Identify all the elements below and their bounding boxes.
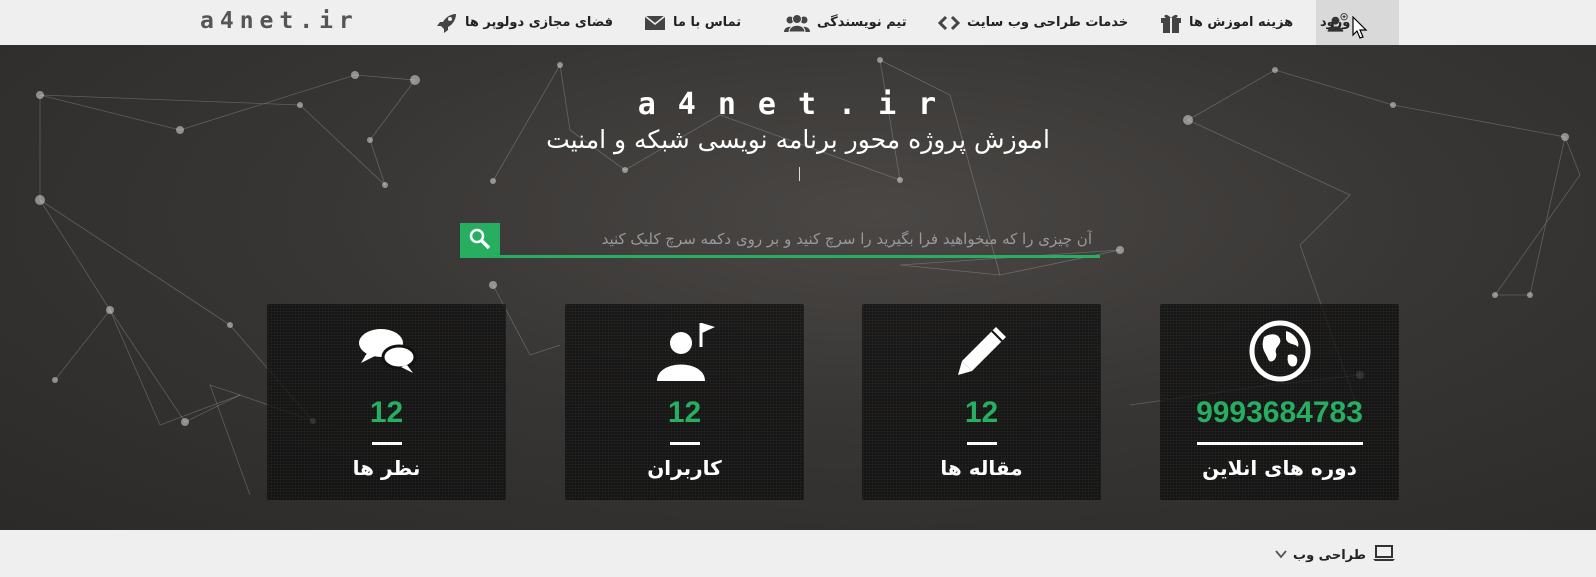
nav-web-design-services[interactable]: خدمات طراحی وب سایت: [938, 0, 1128, 45]
globe-icon: [1160, 318, 1399, 384]
nav-login[interactable]: ورود: [1320, 0, 1350, 45]
hero-subtitle: اموزش پروژه محور برنامه نویسی شبکه و امن…: [546, 125, 1050, 154]
category-bar: طراحی وب: [0, 530, 1596, 577]
stat-label: دوره های انلاین: [1202, 456, 1357, 480]
stat-label: نظر ها: [352, 456, 421, 480]
nav-contact-us-label: تماس با ما: [673, 15, 742, 30]
hero-title: a4net.ir: [637, 87, 959, 122]
typing-cursor: [799, 167, 800, 181]
login-button[interactable]: ورود: [1316, 0, 1399, 45]
pencil-icon: [862, 318, 1101, 384]
nav-writing-team-label: تیم نویسندگی: [817, 15, 907, 30]
stat-value: 9993684783: [1196, 396, 1363, 429]
mouse-cursor-icon: [1352, 16, 1368, 39]
divider: [670, 442, 700, 445]
code-icon: [938, 13, 960, 33]
hero-section: a4net.ir اموزش پروژه محور برنامه نویسی ش…: [0, 45, 1596, 530]
chevron-down-icon: [1275, 548, 1287, 563]
stat-label: مقاله ها: [940, 456, 1023, 480]
stat-card-users: 12 کاربران: [565, 304, 804, 500]
nav-course-costs-label: هزینه اموزش ها: [1189, 15, 1294, 30]
nav-developer-space[interactable]: فضای مجازی دولوپر ها: [436, 0, 613, 45]
search-bar: [460, 223, 1100, 258]
group-icon: [784, 13, 810, 33]
envelope-icon: [644, 13, 666, 33]
category-web-design[interactable]: طراحی وب: [1275, 544, 1396, 566]
user-add-icon: [1326, 12, 1348, 33]
user-flag-icon: [565, 318, 804, 384]
laptop-icon: [1372, 544, 1396, 566]
stat-label: کاربران: [647, 456, 722, 480]
stat-card-online-courses: 9993684783 دوره های انلاین: [1160, 304, 1399, 500]
nav-course-costs[interactable]: هزینه اموزش ها: [1160, 0, 1293, 45]
nav-writing-team[interactable]: تیم نویسندگی: [784, 0, 907, 45]
stat-value: 12: [667, 396, 702, 429]
nav-contact-us[interactable]: تماس با ما: [644, 0, 741, 45]
category-label: طراحی وب: [1293, 547, 1366, 563]
stat-card-articles: 12 مقاله ها: [862, 304, 1101, 500]
divider: [372, 442, 402, 445]
divider: [1197, 442, 1363, 445]
rocket-icon: [436, 13, 458, 33]
gift-icon: [1160, 13, 1182, 33]
brand-logo[interactable]: a4net.ir: [200, 8, 359, 34]
top-navbar: a4net.ir فضای مجازی دولوپر ها تماس با ما…: [0, 0, 1596, 46]
nav-developer-space-label: فضای مجازی دولوپر ها: [465, 15, 614, 30]
divider: [967, 442, 997, 445]
stat-value: 12: [964, 396, 999, 429]
search-button[interactable]: [460, 223, 500, 255]
search-icon: [469, 228, 491, 250]
stat-card-comments: 12 نظر ها: [267, 304, 506, 500]
chat-bubbles-icon: [267, 318, 506, 384]
nav-web-design-services-label: خدمات طراحی وب سایت: [967, 15, 1129, 30]
search-input[interactable]: [500, 223, 1094, 255]
stat-value: 12: [369, 396, 404, 429]
